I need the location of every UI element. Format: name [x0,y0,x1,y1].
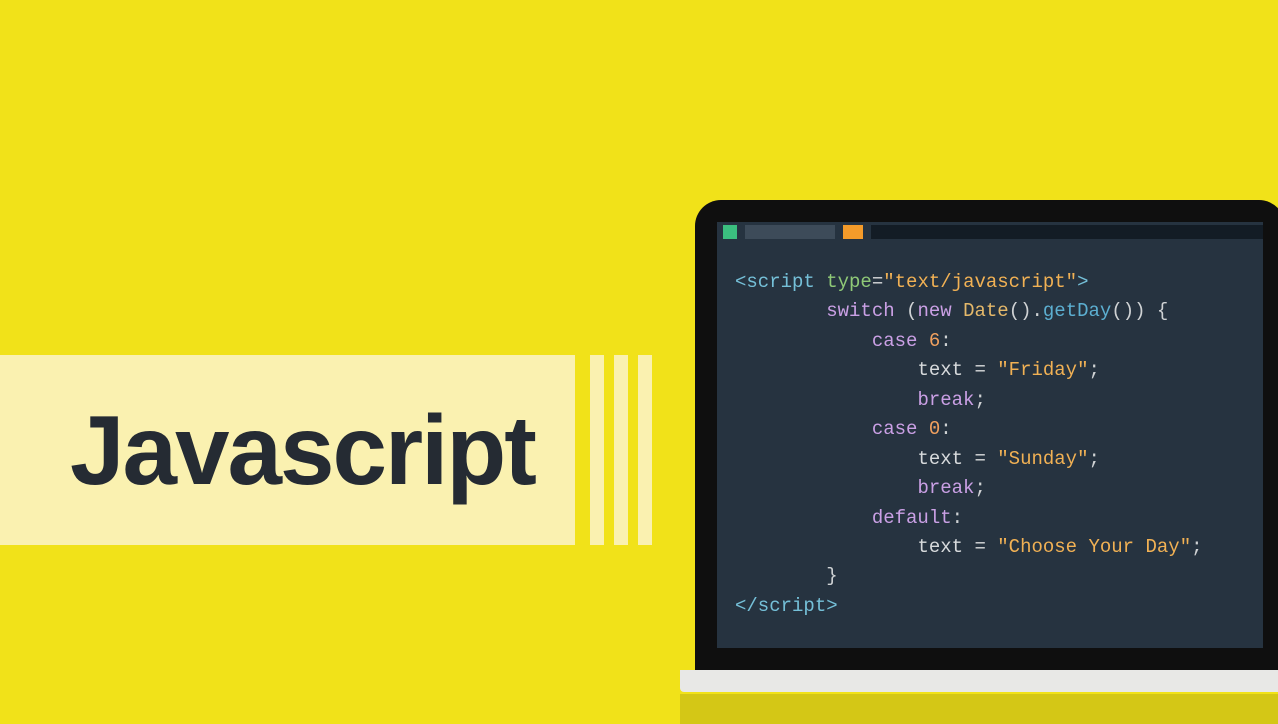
code-token: break [917,477,974,499]
code-token: type [815,271,872,293]
decorative-stripe [590,355,604,545]
code-token: "Choose Your Day" [997,536,1191,558]
code-token: 6 [929,330,940,352]
code-token [917,330,928,352]
editor-screen: <script type="text/javascript"> switch (… [717,222,1263,648]
code-token [986,536,997,558]
code-token: ; [1191,536,1202,558]
code-token: "text/javascript" [883,271,1077,293]
code-token: : [952,507,963,529]
code-token [986,448,997,470]
code-block: <script type="text/javascript"> switch (… [717,242,1263,621]
code-token: = [974,359,985,381]
code-token: 0 [929,418,940,440]
code-token: text [917,359,974,381]
editor-tabs [717,222,1263,242]
code-token: ( [895,300,918,322]
code-token: switch [826,300,894,322]
code-token [952,300,963,322]
code-token: ; [1088,359,1099,381]
code-token: : [940,418,951,440]
code-token: ()) { [1111,300,1168,322]
code-token: <script [735,271,815,293]
tab-active [745,225,835,239]
tab-bar-fill [871,225,1263,239]
decorative-stripe [614,355,628,545]
code-token: > [826,595,837,617]
code-token: case [872,330,918,352]
laptop-bezel: <script type="text/javascript"> switch (… [695,200,1278,670]
tab-modified-icon [843,225,863,239]
code-token [986,359,997,381]
laptop-illustration: <script type="text/javascript"> switch (… [695,200,1278,720]
code-token: Date [963,300,1009,322]
decorative-stripe [638,355,652,545]
title-band: Javascript [0,355,575,545]
laptop-base [680,670,1278,692]
code-token: new [917,300,951,322]
code-token: ; [974,477,985,499]
code-token: "Friday" [997,359,1088,381]
code-token: = [974,536,985,558]
code-token: ; [1088,448,1099,470]
code-token: = [974,448,985,470]
code-token: ; [974,389,985,411]
code-token: "Sunday" [997,448,1088,470]
code-token [917,418,928,440]
code-token: : [940,330,951,352]
tab-indicator [723,225,737,239]
page-title: Javascript [70,394,535,507]
code-token: text [917,448,974,470]
code-token: > [1077,271,1088,293]
code-token: break [917,389,974,411]
code-token: } [826,565,837,587]
code-token: </script [735,595,826,617]
code-token: (). [1009,300,1043,322]
code-token: default [872,507,952,529]
code-token: = [872,271,883,293]
code-token: case [872,418,918,440]
code-token: getDay [1043,300,1111,322]
code-token: text [917,536,974,558]
